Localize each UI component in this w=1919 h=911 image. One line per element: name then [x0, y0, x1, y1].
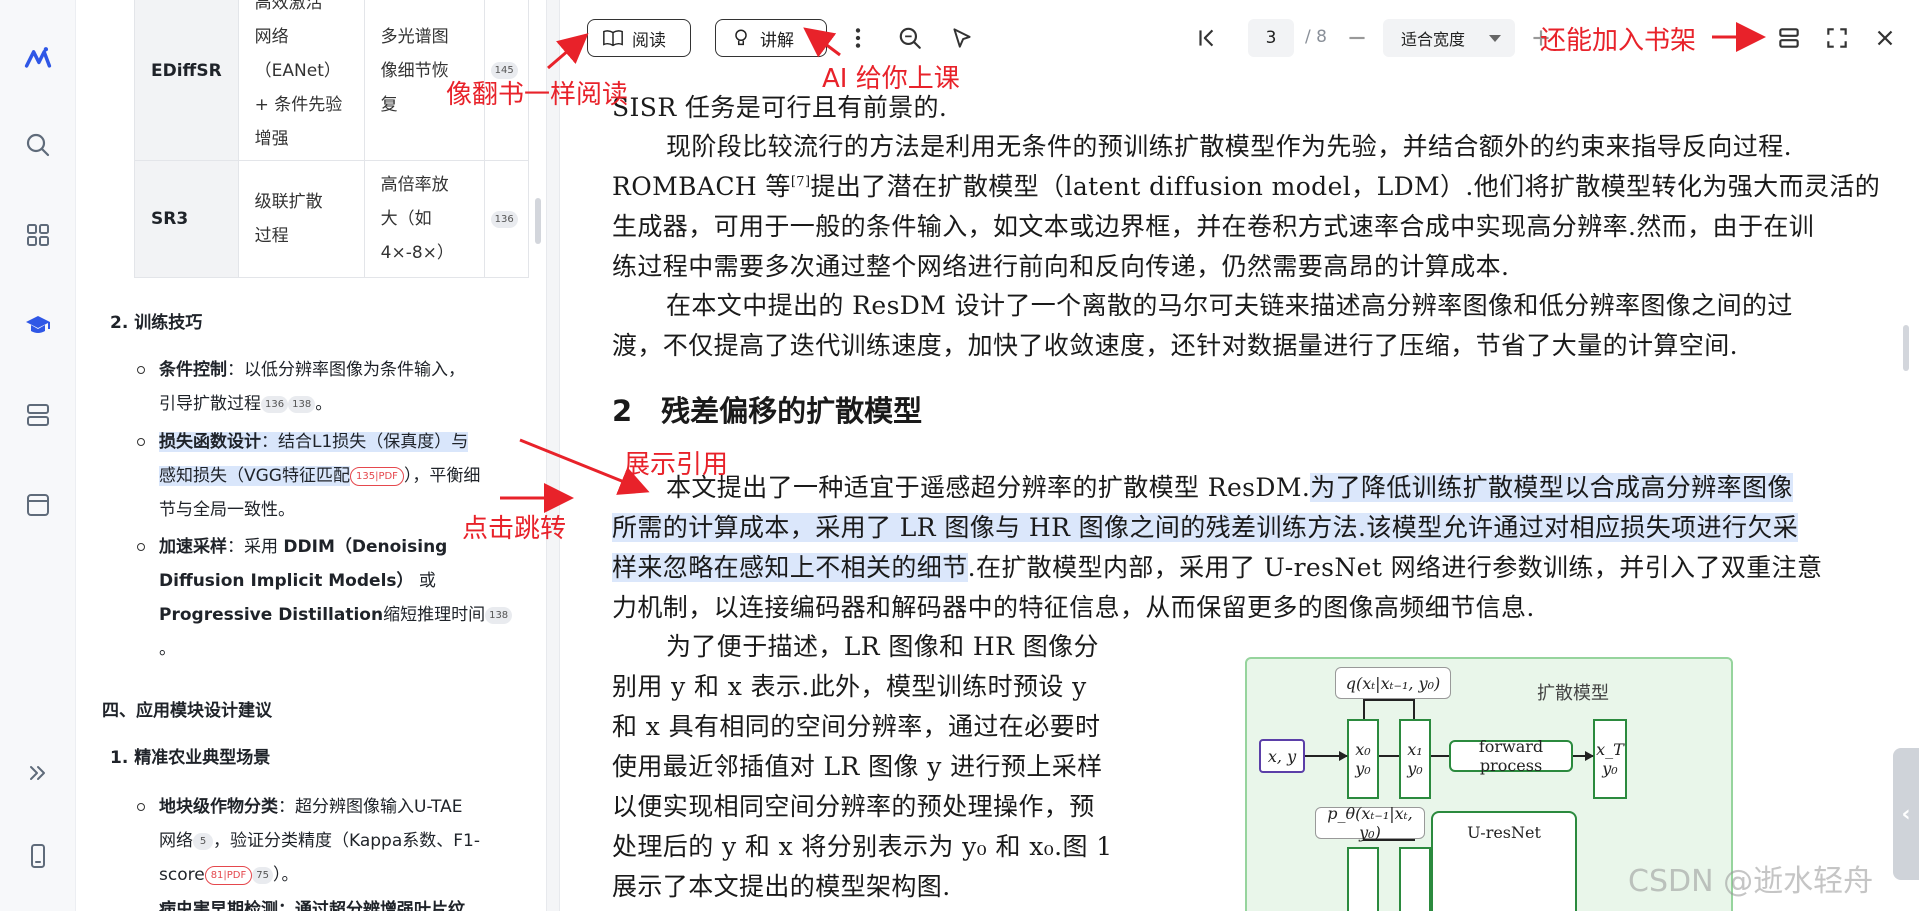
highlighted-citation-text[interactable]: 所需的计算成本，采用了 LR 图像与 HR 图像之间的残差训练方法.该模型允许通…: [612, 513, 1799, 542]
double-chevron-right-icon[interactable]: [20, 755, 56, 791]
viewer-scrollbar[interactable]: [1903, 325, 1909, 371]
paper-line[interactable]: 所需的计算成本，采用了 LR 图像与 HR 图像之间的残差训练方法.该模型允许通…: [612, 508, 1799, 544]
table-cell-model: SR3: [134, 160, 239, 278]
table-cell-ref: 136: [483, 160, 529, 278]
citation-badge[interactable]: 136: [261, 395, 289, 413]
figure-input-box: x, y: [1259, 739, 1305, 773]
figure-forward-process: forward process: [1449, 737, 1573, 775]
add-to-bookshelf-icon[interactable]: [1773, 22, 1805, 54]
search-icon[interactable]: [20, 127, 56, 163]
panel-divider[interactable]: [546, 0, 560, 911]
paper-line: 展示了本文提出的模型架构图.: [612, 872, 951, 901]
open-book-icon: [603, 30, 623, 47]
table-cell-method: 高效激活 网络 （EANet） + 条件先验 增强: [237, 0, 365, 161]
mi-logo-icon[interactable]: [20, 40, 56, 76]
figure-box-xt: x_T y₀: [1593, 719, 1627, 799]
section-heading-apps: 四、应用模块设计建议: [102, 701, 272, 721]
cursor-pointer-icon[interactable]: [946, 22, 978, 54]
phone-icon[interactable]: [20, 838, 56, 874]
citation-badge[interactable]: 5: [193, 832, 213, 850]
chevron-down-icon: [1489, 35, 1501, 42]
figure-title: 扩散模型: [1537, 683, 1609, 704]
page-total: / 8: [1305, 27, 1327, 47]
list-item: 地块级作物分类：超分辨图像输入U-TAE 网络 5 ，验证分类精度（Kappa系数、…: [137, 790, 519, 892]
figure-p-label: p_θ(xₜ₋₁|xₜ, y₀): [1315, 804, 1425, 842]
annotation-bookshelf: 还能加入书架: [1540, 26, 1697, 56]
left-rail: [0, 0, 76, 911]
lightbulb-icon: [735, 29, 747, 46]
pdf-citation-badge[interactable]: 81|PDF: [204, 865, 253, 885]
explain-button[interactable]: 讲解: [715, 19, 827, 57]
table-row: SR3 级联扩散 过程 高倍率放 大（如 4×-8×） 136: [134, 160, 529, 278]
section-heading: 2 残差偏移的扩散模型: [612, 394, 923, 428]
figure-box-x1: x₁ y₀: [1399, 719, 1431, 799]
chat-scrollbar[interactable]: [530, 0, 546, 911]
read-mode-button[interactable]: 阅读: [587, 19, 691, 57]
highlighted-citation-text[interactable]: 为了降低训练扩散模型以合成高分辨率图像: [1310, 473, 1793, 502]
close-icon[interactable]: [1869, 22, 1901, 54]
watermark: CSDN @逝水轻舟: [1628, 864, 1874, 899]
grid-icon[interactable]: [20, 217, 56, 253]
citation-badge[interactable]: 138: [288, 395, 316, 413]
pdf-viewer: 阅读 讲解 3 / 8 适合宽度 SISR 任务是可行且有前景的. 现阶段比较流…: [560, 0, 1919, 911]
annotation-flip-read: 像翻书一样阅读: [446, 80, 629, 110]
collapse-panel-handle[interactable]: ‹: [1893, 748, 1919, 880]
table-cell-feature: 高倍率放 大（如 4×-8×）: [363, 160, 485, 278]
paper-line: 使用最近邻插值对 LR 图像 y 进行预上采样: [612, 752, 1103, 781]
list-item: 条件控制：以低分辨率图像为条件输入， 引导扩散过程 136 138。: [137, 353, 519, 421]
more-vertical-icon[interactable]: [842, 22, 874, 54]
citation-link[interactable]: [7]: [791, 175, 811, 190]
list-item: 病虫害早期检测：通过超分辨增强叶片纹: [159, 900, 465, 911]
page-number-input[interactable]: 3: [1248, 19, 1294, 57]
viewer-toolbar: 阅读 讲解 3 / 8 适合宽度: [560, 0, 1919, 75]
fullscreen-icon[interactable]: [1821, 22, 1853, 54]
figure-box-x0: x₀ y₀: [1347, 719, 1379, 799]
answer-panel: EDiffSR 高效激活 网络 （EANet） + 条件先验 增强 多光谱图 像…: [76, 0, 546, 911]
first-page-icon[interactable]: [1191, 22, 1223, 54]
chevron-left-icon: ‹: [1901, 801, 1911, 827]
paper-line: 以便实现相同空间分辨率的预处理操作，预: [612, 792, 1095, 821]
figure-box: [1399, 847, 1431, 911]
comparison-table: EDiffSR 高效激活 网络 （EANet） + 条件先验 增强 多光谱图 像…: [134, 0, 529, 278]
figure-box: [1347, 847, 1379, 911]
paper-line: 和 x 具有相同的空间分辨率，通过在必要时: [612, 712, 1101, 741]
highlighted-citation-text[interactable]: 样来忽略在感知上不相关的细节: [612, 553, 968, 582]
bookshelf-icon[interactable]: [20, 397, 56, 433]
paper-line: ROMBACH 等[7]提出了潜在扩散模型（latent diffusion m…: [612, 172, 1881, 201]
paper-line: 为了便于描述，LR 图像和 HR 图像分: [666, 632, 1099, 661]
annotation-show-cite: 展示引用: [624, 450, 729, 480]
figure-q-label: q(xₜ|xₜ₋₁, y₀): [1335, 667, 1451, 699]
paper-line: 练过程中需要多次通过整个网络进行前向和反向传递，仍然需要高昂的计算成本.: [612, 252, 1510, 281]
paper-line[interactable]: 样来忽略在感知上不相关的细节.在扩散模型内部，采用了 U-resNet 网络进行…: [612, 548, 1822, 584]
zoom-out-icon[interactable]: [1341, 22, 1373, 54]
citation-badge[interactable]: 75: [252, 866, 273, 884]
section-heading-training: 2. 训练技巧: [110, 313, 203, 333]
paper-line: 力机制，以连接编码器和解码器中的特征信息，从而保留更多的图像高频细节信息.: [612, 593, 1535, 622]
annotation-click-jump: 点击跳转: [462, 514, 567, 544]
paper-line: 别用 y 和 x 表示.此外，模型训练时预设 y: [612, 672, 1087, 701]
section-heading-agri: 1. 精准农业典型场景: [110, 748, 271, 768]
window-icon[interactable]: [20, 487, 56, 523]
zoom-search-icon[interactable]: [894, 22, 926, 54]
paper-line: 处理后的 y 和 x 将分别表示为 y₀ 和 x₀.图 1: [612, 832, 1113, 861]
citation-badge[interactable]: 138: [485, 606, 513, 624]
pdf-citation-badge[interactable]: 135|PDF: [349, 466, 404, 486]
paper-line: 渡，不仅提高了迭代训练速度，加快了收敛速度，还针对数据量进行了压缩，节省了大量的…: [612, 331, 1738, 360]
graduation-cap-icon[interactable]: [20, 307, 56, 343]
list-item: 加速采样：采用 DDIM（Denoising Diffusion Implici…: [137, 530, 519, 666]
table-cell-model: EDiffSR: [134, 0, 239, 161]
figure-unet-box: U-resNet: [1431, 811, 1577, 911]
paper-line: 生成器，可用于一般的条件输入，如文本或边界框，并在卷积方式速率合成中实现高分辨率…: [612, 212, 1815, 241]
table-cell-method: 级联扩散 过程: [237, 160, 365, 278]
citation-badge[interactable]: 136: [490, 210, 518, 228]
paper-line: 在本文中提出的 ResDM 设计了一个离散的马尔可夫链来描述高分辨率图像和低分辨…: [666, 291, 1793, 320]
annotation-ai-class: AI 给你上课: [822, 64, 960, 94]
zoom-select[interactable]: 适合宽度: [1383, 19, 1515, 57]
paper-line: 现阶段比较流行的方法是利用无条件的预训练扩散模型作为先验，并结合额外的约束来指导…: [666, 132, 1792, 161]
paper-line[interactable]: 本文提出了一种适宜于遥感超分辨率的扩散模型 ResDM.为了降低训练扩散模型以合…: [666, 468, 1793, 504]
